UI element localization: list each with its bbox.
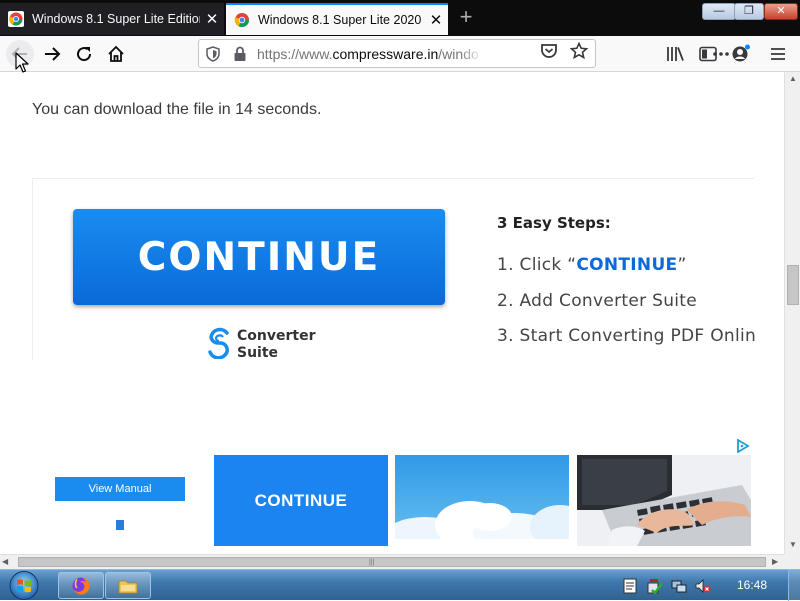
- folder-icon: [118, 580, 138, 593]
- chrome-favicon: [8, 11, 24, 27]
- pocket-icon[interactable]: [540, 42, 558, 60]
- url-host: compressware.in: [332, 46, 439, 62]
- navigation-toolbar: https://www.compressware.in/windows: [0, 36, 800, 72]
- reload-icon: [77, 47, 92, 62]
- step-1-suffix: ”: [677, 255, 687, 275]
- star-icon[interactable]: [570, 42, 588, 60]
- step-1-emphasis: CONTINUE: [576, 255, 678, 275]
- sidebar-icon[interactable]: [699, 46, 717, 62]
- scroll-corner: [784, 554, 800, 569]
- laptop-typing-image[interactable]: [577, 455, 751, 546]
- adchoices-icon[interactable]: [736, 439, 750, 453]
- vertical-scrollbar[interactable]: ▲ ▼: [784, 72, 800, 554]
- cloud-image[interactable]: [395, 455, 569, 546]
- scroll-right-arrow-icon[interactable]: ▶: [772, 555, 778, 569]
- vertical-scroll-thumb[interactable]: [787, 265, 799, 305]
- chrome-favicon: [234, 13, 250, 28]
- windows-taskbar: 16:48: [0, 569, 800, 601]
- tab-strip: Windows 8.1 Super Lite Edition ✕ Windows…: [0, 0, 800, 36]
- hamburger-icon[interactable]: [770, 46, 786, 62]
- minimize-button[interactable]: —: [702, 3, 736, 20]
- tray-security-icon[interactable]: [647, 578, 663, 594]
- forward-button[interactable]: [38, 40, 66, 68]
- converter-suite-brand: Converter Suite: [237, 328, 315, 361]
- scroll-grip-icon: |||: [369, 559, 375, 566]
- continue-banner-button[interactable]: CONTINUE: [214, 455, 388, 546]
- url-scheme: https://www.: [257, 46, 333, 62]
- tab-title: Windows 8.1 Super Lite 2020 32: [258, 13, 424, 27]
- scroll-up-arrow-icon[interactable]: ▲: [785, 74, 800, 86]
- tray-document-icon[interactable]: [622, 578, 638, 594]
- taskbar-firefox[interactable]: [58, 572, 104, 599]
- scroll-down-arrow-icon[interactable]: ▼: [785, 540, 800, 552]
- converter-suite-logo-icon: [208, 327, 229, 359]
- close-icon[interactable]: ✕: [200, 10, 224, 28]
- lock-icon[interactable]: [233, 46, 247, 62]
- address-bar[interactable]: https://www.compressware.in/windows: [198, 39, 729, 68]
- brand-line-2: Suite: [237, 345, 279, 361]
- url-fade: [459, 42, 483, 66]
- close-icon[interactable]: ✕: [424, 11, 448, 29]
- page-content: You can download the file in 14 seconds.…: [0, 72, 784, 554]
- firefox-icon: [72, 576, 90, 594]
- horizontal-scrollbar[interactable]: ◀ ||| ▶: [0, 554, 784, 569]
- maximize-button[interactable]: ❐: [734, 3, 764, 20]
- converter-suite-ad[interactable]: CONTINUE Converter Suite 3 Easy Steps: 1…: [32, 178, 755, 361]
- steps-title: 3 Easy Steps:: [497, 214, 611, 232]
- account-icon[interactable]: [731, 44, 751, 64]
- home-button[interactable]: [102, 40, 130, 68]
- ad-badge-icon: [116, 520, 124, 530]
- taskbar-clock[interactable]: 16:48: [728, 578, 776, 592]
- close-window-button[interactable]: ✕: [764, 3, 798, 20]
- forward-arrow-icon: [45, 47, 61, 61]
- tab-windows-lite-edition[interactable]: Windows 8.1 Super Lite Edition ✕: [0, 3, 224, 35]
- shield-icon[interactable]: [205, 46, 221, 62]
- step-3: 3. Start Converting PDF Online: [497, 326, 755, 346]
- view-manual-button[interactable]: View Manual: [55, 477, 185, 501]
- scroll-left-arrow-icon[interactable]: ◀: [2, 555, 8, 569]
- tray-volume-muted-icon[interactable]: [695, 578, 711, 594]
- download-countdown-text: You can download the file in 14 seconds.: [32, 101, 322, 118]
- show-desktop-button[interactable]: [788, 570, 800, 601]
- tab-title: Windows 8.1 Super Lite Edition: [32, 12, 200, 26]
- tray-network-icon[interactable]: [671, 578, 687, 594]
- step-1-prefix: 1. Click “: [497, 255, 577, 275]
- taskbar-explorer[interactable]: [105, 572, 151, 599]
- windows-start-icon[interactable]: [7, 570, 41, 601]
- reload-button[interactable]: [70, 40, 98, 68]
- url-text[interactable]: https://www.compressware.in/windows: [257, 46, 479, 62]
- mouse-cursor-icon: [15, 52, 29, 73]
- horizontal-scroll-thumb[interactable]: |||: [18, 557, 766, 567]
- home-icon: [108, 45, 124, 62]
- brand-line-1: Converter: [237, 328, 316, 344]
- tab-windows-lite-2020[interactable]: Windows 8.1 Super Lite 2020 32 ✕: [226, 3, 448, 35]
- step-1: 1. Click “CONTINUE”: [497, 255, 687, 275]
- library-icon[interactable]: [666, 46, 684, 62]
- step-2: 2. Add Converter Suite: [497, 291, 698, 311]
- continue-ad-button[interactable]: CONTINUE: [73, 209, 445, 305]
- ad-box-clip: CONTINUE Converter Suite 3 Easy Steps: 1…: [33, 179, 755, 361]
- plus-icon[interactable]: +: [452, 4, 480, 32]
